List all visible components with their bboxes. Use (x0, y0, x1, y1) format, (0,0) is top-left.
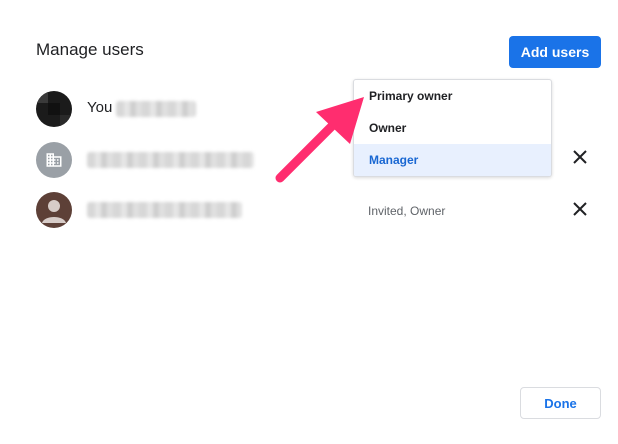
remove-user-button[interactable] (568, 197, 592, 221)
dialog-title: Manage users (36, 40, 144, 59)
role-option-owner[interactable]: Owner (354, 112, 551, 144)
user-status: Invited, Owner (368, 204, 446, 218)
done-button[interactable]: Done (520, 387, 601, 419)
person-icon (36, 192, 72, 228)
business-icon (36, 142, 72, 178)
user-avatar (36, 91, 72, 127)
redacted-name (87, 152, 254, 168)
role-dropdown: Primary owner Owner Manager (353, 79, 552, 177)
close-icon (573, 202, 587, 216)
user-row-invited: Invited, Owner (36, 192, 596, 228)
redacted-name (116, 101, 196, 117)
user-name-prefix: You (87, 99, 113, 116)
role-option-primary-owner[interactable]: Primary owner (354, 80, 551, 112)
add-users-button[interactable]: Add users (509, 36, 601, 68)
close-icon (573, 150, 587, 164)
remove-user-button[interactable] (568, 145, 592, 169)
redacted-name (87, 202, 242, 218)
role-option-manager[interactable]: Manager (354, 144, 551, 176)
